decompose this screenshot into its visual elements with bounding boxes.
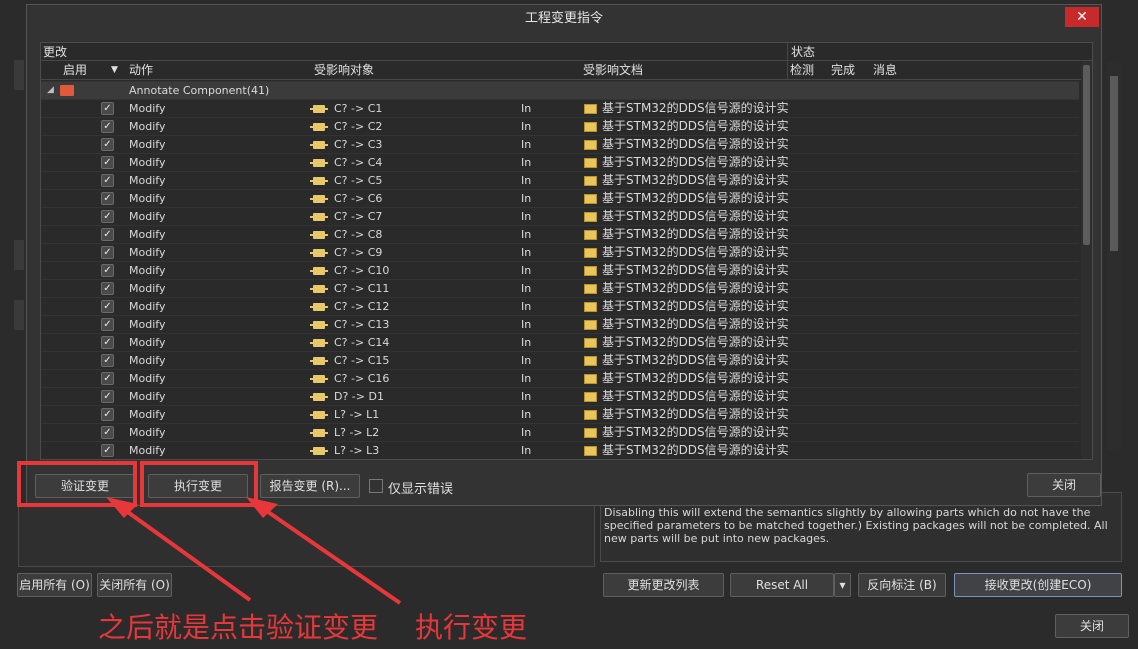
arrow-line	[256, 503, 402, 605]
arrow-line	[116, 503, 252, 602]
annotation-text-1: 之后就是点击验证变更	[98, 611, 379, 644]
annotation-arrows	[106, 497, 402, 605]
annotation-text-2: 执行变更	[415, 611, 528, 644]
